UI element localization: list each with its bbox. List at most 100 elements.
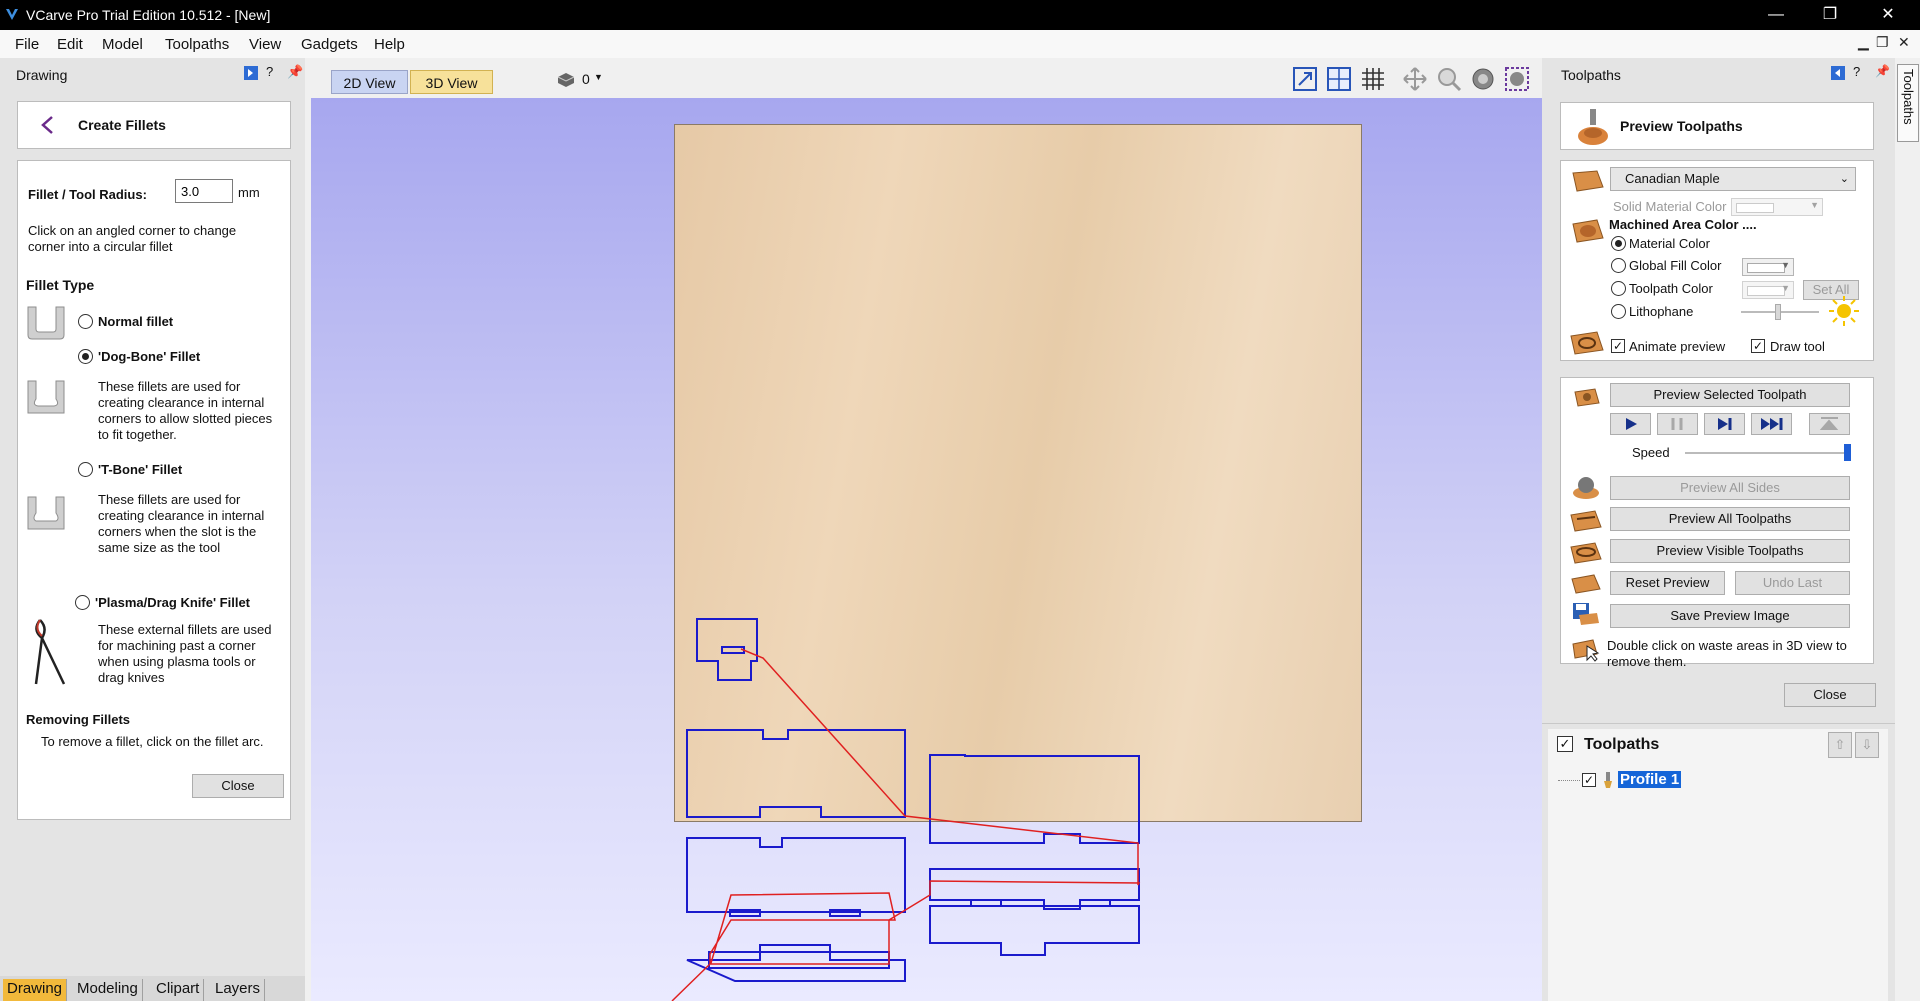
dog-bone-fillet-label[interactable]: 'Dog-Bone' Fillet bbox=[98, 349, 200, 364]
grid-icon[interactable] bbox=[1360, 66, 1386, 92]
tab-drawing[interactable]: Drawing bbox=[3, 979, 68, 1001]
pause-icon[interactable] bbox=[1657, 413, 1698, 435]
menu-edit[interactable]: Edit bbox=[57, 36, 83, 53]
restore-button[interactable]: ❐ bbox=[1802, 0, 1858, 30]
preview-visible-icon bbox=[1570, 542, 1602, 564]
material-color-radio[interactable] bbox=[1611, 236, 1626, 251]
toolpath-color-picker[interactable] bbox=[1742, 281, 1794, 299]
t-bone-fillet-radio[interactable] bbox=[78, 462, 93, 477]
lithophane-radio[interactable] bbox=[1611, 304, 1626, 319]
preview-all-toolpaths-button[interactable]: Preview All Toolpaths bbox=[1610, 507, 1850, 531]
material-color-label[interactable]: Material Color bbox=[1629, 236, 1710, 251]
zoom-fit-icon[interactable] bbox=[1504, 66, 1530, 92]
side-tab-strip: Toolpaths bbox=[1895, 58, 1920, 1001]
side-tab-toolpaths[interactable]: Toolpaths bbox=[1897, 64, 1919, 142]
tab-modeling[interactable]: Modeling bbox=[73, 979, 143, 1001]
lithophane-label[interactable]: Lithophane bbox=[1629, 304, 1693, 319]
solid-color-picker[interactable] bbox=[1731, 198, 1823, 216]
global-fill-color-picker[interactable] bbox=[1742, 258, 1794, 276]
animate-preview-checkbox[interactable]: ✓ bbox=[1611, 339, 1625, 353]
vector-slot-3 bbox=[970, 899, 1002, 907]
reset-top-icon[interactable] bbox=[1809, 413, 1850, 435]
sun-icon[interactable] bbox=[1828, 295, 1860, 327]
play-icon[interactable] bbox=[1610, 413, 1651, 435]
pin-icon[interactable]: 📌 bbox=[1875, 64, 1890, 78]
radius-label: Fillet / Tool Radius: bbox=[28, 187, 147, 202]
menu-gadgets[interactable]: Gadgets bbox=[301, 36, 358, 53]
toolpaths-visible-checkbox[interactable]: ✓ bbox=[1557, 736, 1573, 752]
zoom-icon[interactable] bbox=[1436, 66, 1462, 92]
close-window-button[interactable]: ✕ bbox=[1860, 0, 1916, 30]
toolpath-color-label[interactable]: Toolpath Color bbox=[1629, 281, 1713, 296]
animate-preview-label[interactable]: Animate preview bbox=[1629, 339, 1725, 354]
profile-1-item[interactable]: Profile 1 bbox=[1618, 771, 1682, 788]
profile-1-checkbox[interactable]: ✓ bbox=[1582, 773, 1596, 787]
back-icon[interactable] bbox=[38, 114, 56, 136]
menu-toolpaths[interactable]: Toolpaths bbox=[165, 36, 229, 53]
radius-input[interactable] bbox=[175, 179, 233, 203]
minimize-button[interactable]: — bbox=[1748, 0, 1804, 30]
draw-tool-label[interactable]: Draw tool bbox=[1770, 339, 1825, 354]
preview-controls-card: Preview Selected Toolpath Speed Preview … bbox=[1560, 377, 1874, 669]
menu-help[interactable]: Help bbox=[374, 36, 405, 53]
removing-fillets-text: To remove a fillet, click on the fillet … bbox=[41, 734, 264, 749]
mdi-minimize-button[interactable]: ▁ bbox=[1858, 34, 1869, 51]
speed-slider-thumb[interactable] bbox=[1844, 444, 1851, 461]
view-layout-icon[interactable] bbox=[1326, 66, 1352, 92]
layer-cube-icon[interactable] bbox=[557, 72, 575, 88]
normal-fillet-radio[interactable] bbox=[78, 314, 93, 329]
layer-count[interactable]: 0 bbox=[582, 71, 590, 87]
plasma-fillet-label[interactable]: 'Plasma/Drag Knife' Fillet bbox=[95, 595, 250, 610]
help-icon[interactable]: ? bbox=[266, 64, 273, 79]
layer-dropdown-icon[interactable]: ▼ bbox=[594, 72, 603, 82]
global-fill-color-label[interactable]: Global Fill Color bbox=[1629, 258, 1721, 273]
rapid-move-path bbox=[671, 648, 1141, 1001]
step-forward-icon[interactable] bbox=[1704, 413, 1745, 435]
close-fillets-button[interactable]: Close bbox=[192, 774, 284, 798]
tab-3d-view[interactable]: 3D View bbox=[410, 70, 493, 94]
menu-model[interactable]: Model bbox=[102, 36, 143, 53]
dog-bone-fillet-radio[interactable] bbox=[78, 349, 93, 364]
auto-hide-icon[interactable] bbox=[243, 65, 259, 81]
draw-tool-checkbox[interactable]: ✓ bbox=[1751, 339, 1765, 353]
menu-file[interactable]: File bbox=[15, 36, 39, 53]
close-preview-button[interactable]: Close bbox=[1784, 683, 1876, 707]
save-preview-image-button[interactable]: Save Preview Image bbox=[1610, 604, 1850, 628]
toolpaths-panel-title: Toolpaths bbox=[1561, 67, 1621, 83]
preview-title-card: Preview Toolpaths bbox=[1560, 102, 1874, 150]
speed-slider[interactable] bbox=[1685, 452, 1851, 454]
chevron-down-icon: ⌄ bbox=[1839, 173, 1849, 185]
mdi-restore-button[interactable]: ❐ bbox=[1876, 34, 1889, 51]
skip-to-end-icon[interactable] bbox=[1751, 413, 1792, 435]
auto-hide-icon[interactable] bbox=[1830, 65, 1846, 81]
zoom-extents-icon[interactable] bbox=[1292, 66, 1318, 92]
toolpath-color-radio[interactable] bbox=[1611, 281, 1626, 296]
preview-visible-button[interactable]: Preview Visible Toolpaths bbox=[1610, 539, 1850, 563]
toolpath-list-panel: ✓ Toolpaths ⇧ ⇩ ✓ Profile 1 bbox=[1548, 729, 1888, 1001]
vector-slot-small bbox=[721, 646, 745, 654]
panel-title: Drawing bbox=[16, 67, 68, 83]
pan-icon[interactable] bbox=[1402, 66, 1428, 92]
tab-2d-view[interactable]: 2D View bbox=[331, 70, 408, 94]
tab-clipart[interactable]: Clipart bbox=[152, 979, 205, 1001]
undo-last-button[interactable]: Undo Last bbox=[1735, 571, 1850, 595]
menu-view[interactable]: View bbox=[249, 36, 281, 53]
reset-preview-button[interactable]: Reset Preview bbox=[1610, 571, 1725, 595]
preview-all-sides-button[interactable]: Preview All Sides bbox=[1610, 476, 1850, 500]
plasma-fillet-radio[interactable] bbox=[75, 595, 90, 610]
tab-layers[interactable]: Layers bbox=[211, 979, 266, 1001]
preview-selected-button[interactable]: Preview Selected Toolpath bbox=[1610, 383, 1850, 407]
help-icon[interactable]: ? bbox=[1853, 64, 1860, 79]
zoom-box-icon[interactable] bbox=[1470, 66, 1496, 92]
mdi-close-button[interactable]: ✕ bbox=[1898, 34, 1910, 51]
material-select[interactable]: Canadian Maple ⌄ bbox=[1610, 167, 1856, 191]
pin-icon[interactable]: 📌 bbox=[287, 64, 303, 80]
save-preview-image-icon bbox=[1573, 603, 1599, 625]
normal-fillet-label[interactable]: Normal fillet bbox=[98, 314, 173, 329]
lithophane-slider-thumb[interactable] bbox=[1775, 304, 1781, 320]
global-fill-color-radio[interactable] bbox=[1611, 258, 1626, 273]
t-bone-fillet-label[interactable]: 'T-Bone' Fillet bbox=[98, 462, 182, 477]
3d-viewport[interactable] bbox=[311, 98, 1542, 1001]
move-up-button[interactable]: ⇧ bbox=[1828, 732, 1852, 758]
move-down-button[interactable]: ⇩ bbox=[1855, 732, 1879, 758]
